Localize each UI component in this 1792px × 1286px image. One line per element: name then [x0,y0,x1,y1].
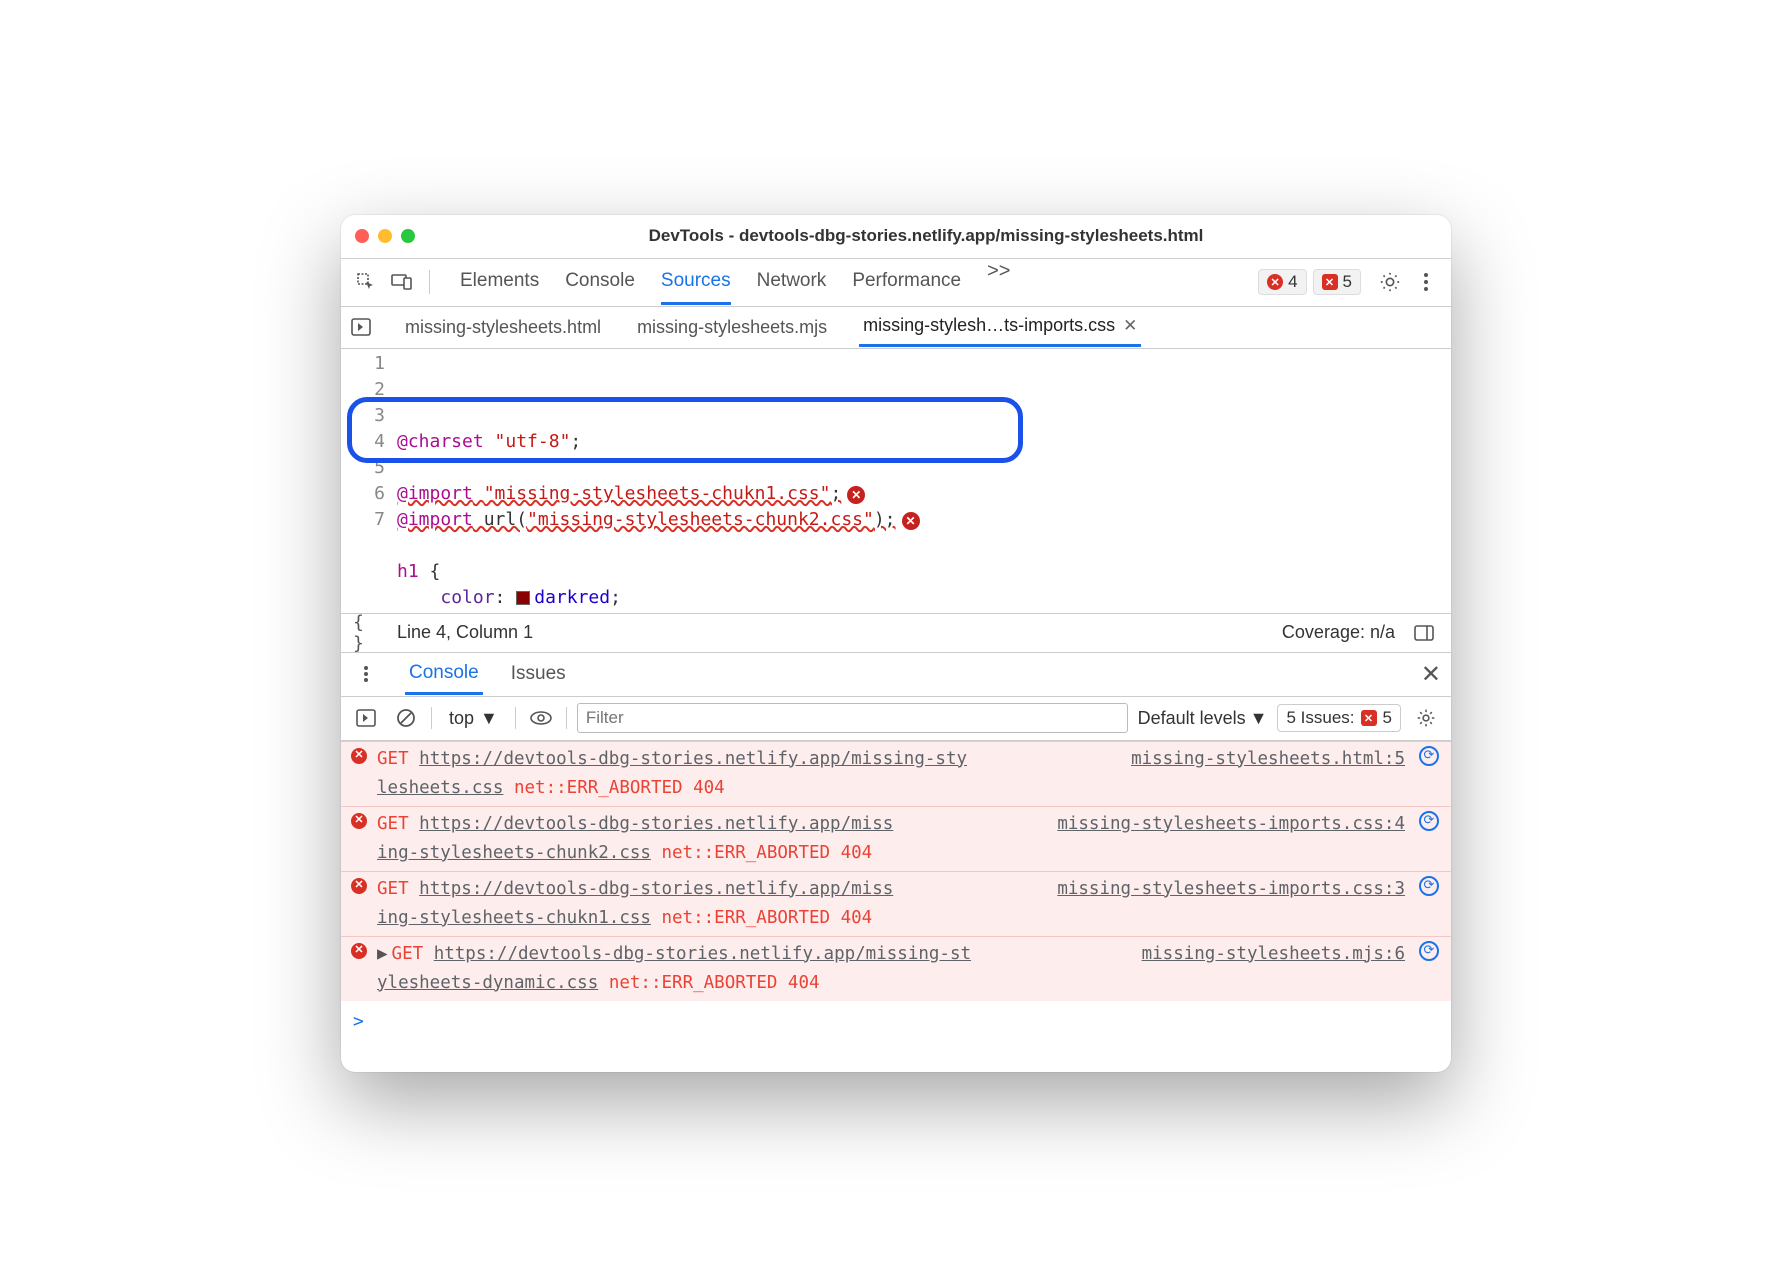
window-title: DevTools - devtools-dbg-stories.netlify.… [415,226,1437,246]
chevron-down-icon: ▼ [1250,708,1268,729]
divider [429,270,430,294]
main-toolbar: Elements Console Sources Network Perform… [341,259,1451,307]
console-settings-icon[interactable] [1411,703,1441,733]
titlebar: DevTools - devtools-dbg-stories.netlify.… [341,215,1451,259]
coverage-status: Coverage: n/a [1282,622,1395,643]
window-controls [355,229,415,243]
source-link[interactable]: missing-stylesheets-imports.css:4 [1057,810,1405,839]
divider [566,707,567,729]
request-url[interactable]: https://devtools-dbg-stories.netlify.app… [419,814,893,834]
device-toolbar-icon[interactable] [387,267,417,297]
drawer-tabs: Console Issues ✕ [341,653,1451,697]
divider [431,707,432,729]
line-gutter: 1234567 [341,349,397,613]
error-icon: ✕ [351,748,367,764]
console-message[interactable]: ✕⟳GET https://devtools-dbg-stories.netli… [341,871,1451,936]
code-line[interactable]: @import "missing-stylesheets-chukn1.css"… [397,481,1451,507]
errors-badge[interactable]: ✕4 [1258,269,1306,295]
code-line[interactable]: @import url("missing-stylesheets-chunk2.… [397,507,1451,533]
request-url-cont[interactable]: lesheets.css [377,778,503,798]
request-url[interactable]: https://devtools-dbg-stories.netlify.app… [434,944,971,964]
request-url[interactable]: https://devtools-dbg-stories.netlify.app… [419,879,893,899]
cursor-position: Line 4, Column 1 [397,622,533,643]
tab-elements[interactable]: Elements [460,270,539,305]
log-levels-selector[interactable]: Default levels ▼ [1138,708,1268,729]
reload-icon[interactable]: ⟳ [1419,811,1439,831]
maximize-window-button[interactable] [401,229,415,243]
kebab-menu-icon[interactable] [1411,267,1441,297]
code-content[interactable]: @charset "utf-8"; @import "missing-style… [397,349,1451,613]
settings-icon[interactable] [1375,267,1405,297]
minimize-window-button[interactable] [378,229,392,243]
file-tab-1[interactable]: missing-stylesheets.mjs [633,309,831,346]
reload-icon[interactable]: ⟳ [1419,746,1439,766]
code-line[interactable] [397,533,1451,559]
drawer-tab-issues[interactable]: Issues [507,655,570,693]
error-badges: ✕4 ✕5 [1258,269,1361,295]
console-output: ✕⟳GET https://devtools-dbg-stories.netli… [341,741,1451,1072]
inspect-element-icon[interactable] [351,267,381,297]
source-link[interactable]: missing-stylesheets.mjs:6 [1142,940,1405,969]
close-window-button[interactable] [355,229,369,243]
tab-sources[interactable]: Sources [661,270,731,305]
code-line[interactable]: @charset "utf-8"; [397,429,1451,455]
context-selector[interactable]: top ▼ [442,703,505,734]
console-toolbar: top ▼ Default levels ▼ 5 Issues: ✕ 5 [341,697,1451,741]
file-tabs: missing-stylesheets.html missing-stylesh… [341,307,1451,349]
navigator-toggle-icon[interactable] [349,315,373,339]
tab-performance[interactable]: Performance [852,270,961,305]
code-line[interactable]: h1 { [397,559,1451,585]
source-link[interactable]: missing-stylesheets.html:5 [1131,745,1405,774]
tab-console[interactable]: Console [565,270,635,305]
request-url-cont[interactable]: ing-stylesheets-chunk2.css [377,843,651,863]
editor-statusbar: { } Line 4, Column 1 Coverage: n/a [341,613,1451,653]
file-tab-0[interactable]: missing-stylesheets.html [401,309,605,346]
code-editor[interactable]: 1234567 @charset "utf-8"; @import "missi… [341,349,1451,613]
console-message[interactable]: ✕⟳GET https://devtools-dbg-stories.netli… [341,806,1451,871]
sidebar-toggle-icon[interactable] [1409,618,1439,648]
issues-counter[interactable]: 5 Issues: ✕ 5 [1277,704,1401,732]
console-filter-input[interactable] [577,703,1128,733]
request-url-cont[interactable]: ing-stylesheets-chukn1.css [377,908,651,928]
error-icon: ✕ [351,878,367,894]
console-sidebar-toggle-icon[interactable] [351,703,381,733]
reload-icon[interactable]: ⟳ [1419,876,1439,896]
panel-tabs: Elements Console Sources Network Perform… [460,260,1252,305]
drawer-menu-icon[interactable] [351,659,381,689]
drawer-close-icon[interactable]: ✕ [1421,660,1441,689]
issues-badge[interactable]: ✕5 [1313,269,1361,295]
close-tab-icon[interactable]: ✕ [1123,316,1137,336]
tab-network[interactable]: Network [757,270,827,305]
reload-icon[interactable]: ⟳ [1419,941,1439,961]
code-line[interactable] [397,455,1451,481]
file-tab-2[interactable]: missing-stylesh…ts-imports.css ✕ [859,307,1141,347]
live-expression-icon[interactable] [526,703,556,733]
request-url-cont[interactable]: ylesheets-dynamic.css [377,973,598,993]
console-message[interactable]: ✕⟳GET https://devtools-dbg-stories.netli… [341,741,1451,806]
pretty-print-icon[interactable]: { } [353,618,383,648]
request-url[interactable]: https://devtools-dbg-stories.netlify.app… [419,749,967,769]
error-icon: ✕ [351,813,367,829]
error-icon: ✕ [351,943,367,959]
more-tabs-icon[interactable]: >> [987,260,1010,305]
clear-console-icon[interactable] [391,703,421,733]
drawer-tab-console[interactable]: Console [405,654,483,695]
source-link[interactable]: missing-stylesheets-imports.css:3 [1057,875,1405,904]
console-prompt[interactable]: > [341,1001,1451,1042]
code-line[interactable]: color: darkred; [397,585,1451,611]
divider [515,707,516,729]
devtools-window: DevTools - devtools-dbg-stories.netlify.… [341,215,1451,1072]
console-message[interactable]: ✕⟳▶GET https://devtools-dbg-stories.netl… [341,936,1451,1001]
chevron-down-icon: ▼ [480,708,498,729]
